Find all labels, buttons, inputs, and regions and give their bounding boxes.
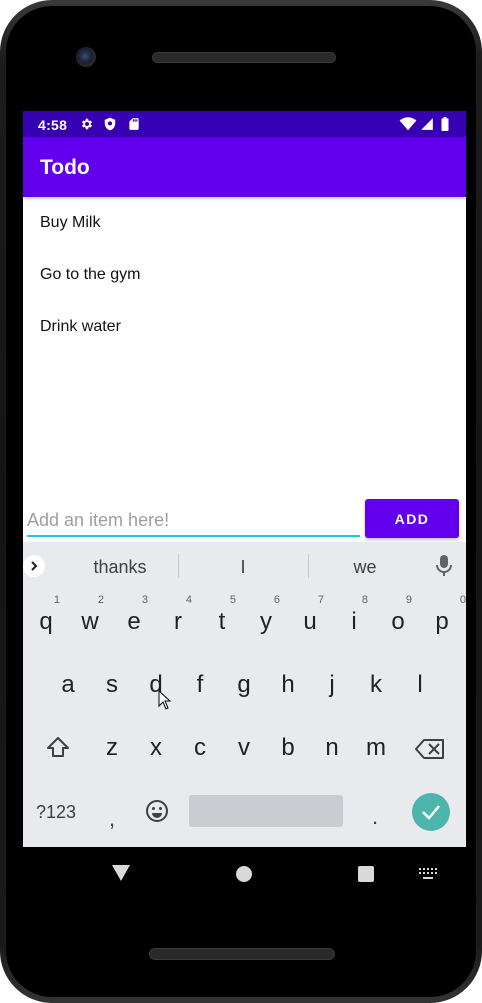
key-c[interactable]: c [180, 720, 220, 774]
todo-item[interactable]: Buy Milk [23, 199, 466, 251]
signal-icon [421, 118, 433, 130]
key-q[interactable]: 1q [26, 594, 66, 648]
key-b[interactable]: b [268, 720, 308, 774]
gear-icon [81, 118, 93, 130]
key-w[interactable]: 2w [70, 594, 110, 648]
chevron-right-icon [31, 561, 38, 571]
nav-home-icon[interactable] [236, 866, 252, 882]
mic-icon[interactable] [436, 555, 452, 577]
key-k[interactable]: k [356, 657, 396, 711]
wifi-icon [399, 117, 417, 131]
key-e[interactable]: 3e [114, 594, 154, 648]
enter-key[interactable] [412, 793, 450, 831]
key-z[interactable]: z [92, 720, 132, 774]
nav-back-icon[interactable] [111, 864, 131, 882]
key-m[interactable]: m [356, 720, 396, 774]
key-r[interactable]: 4r [158, 594, 198, 648]
comma-key[interactable]: , [109, 806, 115, 832]
shield-icon [104, 117, 116, 131]
soft-keyboard: thanks I we 1q 2w 3e 4r 5t 6y 7u 8i 9o 0… [23, 542, 466, 847]
add-item-row: ADD [23, 497, 466, 545]
shift-key[interactable] [38, 720, 78, 774]
suggestion-divider [178, 554, 179, 578]
add-item-input[interactable] [27, 505, 360, 537]
earpiece-speaker [152, 52, 336, 63]
key-f[interactable]: f [180, 657, 220, 711]
todo-list: Buy Milk Go to the gym Drink water [23, 199, 466, 355]
key-t[interactable]: 5t [202, 594, 242, 648]
key-x[interactable]: x [136, 720, 176, 774]
todo-item[interactable]: Drink water [23, 303, 466, 355]
todo-item[interactable]: Go to the gym [23, 251, 466, 303]
check-icon [422, 805, 440, 820]
status-bar: 4:58 [23, 111, 466, 137]
key-l[interactable]: l [400, 657, 440, 711]
key-i[interactable]: 8i [334, 594, 374, 648]
key-n[interactable]: n [312, 720, 352, 774]
key-s[interactable]: s [92, 657, 132, 711]
navigation-bar [23, 847, 466, 901]
space-key[interactable] [189, 795, 343, 827]
bottom-speaker [149, 948, 335, 960]
key-j[interactable]: j [312, 657, 352, 711]
key-p[interactable]: 0p [422, 594, 466, 648]
battery-icon [441, 117, 449, 131]
key-g[interactable]: g [224, 657, 264, 711]
keyboard-expand-button[interactable] [23, 555, 45, 577]
period-key[interactable]: . [372, 804, 378, 830]
keyboard-switch-icon[interactable] [419, 868, 437, 880]
key-v[interactable]: v [224, 720, 264, 774]
device-screen: 4:58 Todo Buy Milk Go to the gym Drink w… [23, 111, 466, 847]
key-y[interactable]: 6y [246, 594, 286, 648]
add-button[interactable]: ADD [365, 499, 459, 538]
suggestion-3[interactable]: we [305, 557, 425, 578]
suggestion-strip: thanks I we [23, 542, 466, 590]
suggestion-1[interactable]: thanks [60, 557, 180, 578]
key-h[interactable]: h [268, 657, 308, 711]
symbols-key[interactable]: ?123 [36, 802, 76, 823]
key-a[interactable]: a [48, 657, 88, 711]
status-time: 4:58 [38, 117, 68, 133]
app-title: Todo [40, 156, 90, 179]
front-camera [76, 47, 96, 67]
mouse-cursor-icon [158, 690, 172, 710]
key-o[interactable]: 9o [378, 594, 418, 648]
sd-card-icon [129, 118, 139, 130]
nav-recents-icon[interactable] [358, 866, 374, 882]
backspace-icon [415, 739, 444, 759]
app-bar: Todo [23, 137, 466, 197]
emoji-icon[interactable] [145, 799, 169, 823]
suggestion-2[interactable]: I [183, 557, 303, 578]
key-u[interactable]: 7u [290, 594, 330, 648]
backspace-key[interactable] [410, 720, 450, 774]
shift-icon [47, 737, 69, 757]
